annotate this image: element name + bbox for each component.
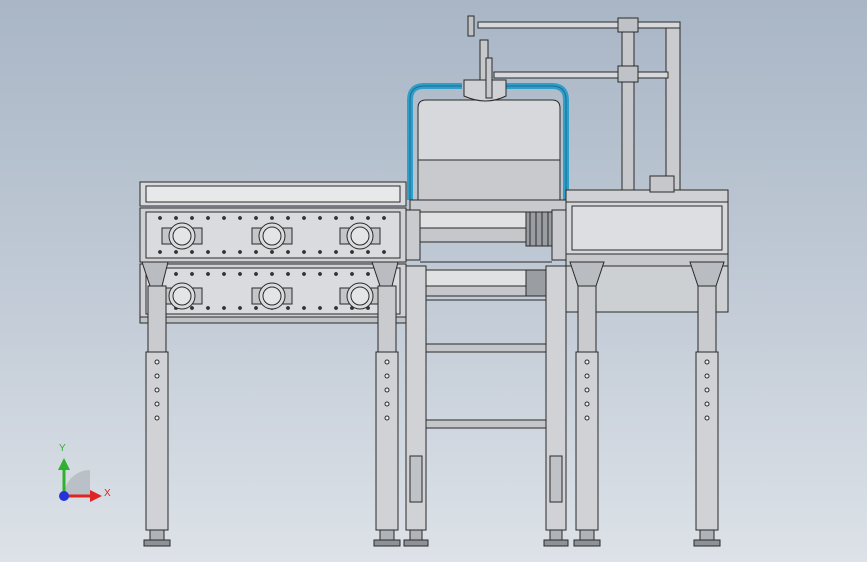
bolt-hole <box>238 250 242 254</box>
bolt-hole <box>334 216 338 220</box>
bolt-hole <box>254 272 258 276</box>
bolt-hole <box>350 216 354 220</box>
leg-hole <box>154 415 160 421</box>
bolt-hole <box>158 216 162 220</box>
leg-hole <box>384 387 390 393</box>
leg-hole <box>704 387 710 393</box>
roller <box>419 211 533 229</box>
bolt-hole <box>286 250 290 254</box>
bolt-hole <box>206 272 210 276</box>
bolt-hole <box>382 250 386 254</box>
bolt-hole <box>254 306 258 310</box>
bolt-hole <box>206 216 210 220</box>
roller-center <box>350 226 370 246</box>
bolt-hole <box>174 216 178 220</box>
leg-hole <box>154 387 160 393</box>
bolt-hole <box>318 216 322 220</box>
leg-hole <box>584 415 590 421</box>
leg-hole <box>584 401 590 407</box>
z-axis <box>59 491 69 501</box>
bolt-hole <box>334 250 338 254</box>
leg-hole <box>384 401 390 407</box>
bolt-hole <box>286 306 290 310</box>
bolt-hole <box>158 250 162 254</box>
cad-viewport[interactable]: Y X <box>0 0 867 562</box>
center-module <box>403 79 571 547</box>
bolt-hole <box>366 216 370 220</box>
bolt-hole <box>366 250 370 254</box>
bolt-hole <box>382 216 386 220</box>
roller-center <box>350 286 370 306</box>
leg-hole <box>154 359 160 365</box>
bolt-hole <box>190 306 194 310</box>
bolt-hole <box>206 250 210 254</box>
bolt-hole <box>302 216 306 220</box>
leg-hole <box>584 387 590 393</box>
roller <box>419 269 533 287</box>
triad-x-label: X <box>104 488 111 499</box>
machine-drawing <box>58 15 729 547</box>
leg <box>577 285 597 353</box>
leg <box>147 285 167 353</box>
leg-hole <box>384 415 390 421</box>
bolt-hole <box>174 272 178 276</box>
bolt-hole <box>238 272 242 276</box>
bolt-hole <box>286 216 290 220</box>
leg-hole <box>704 401 710 407</box>
leg-hole <box>584 373 590 379</box>
bolt-hole <box>334 306 338 310</box>
bolt-hole <box>270 216 274 220</box>
bolt-hole <box>238 306 242 310</box>
bolt-hole <box>318 306 322 310</box>
bolt-hole <box>350 272 354 276</box>
roller-center <box>172 226 192 246</box>
leg-hole <box>704 359 710 365</box>
leg-hole <box>384 373 390 379</box>
leg-hole <box>704 373 710 379</box>
triad-y-label: Y <box>59 443 66 454</box>
bolt-hole <box>366 272 370 276</box>
bolt-hole <box>302 272 306 276</box>
bolt-hole <box>206 306 210 310</box>
roller-center <box>172 286 192 306</box>
bolt-hole <box>190 216 194 220</box>
bolt-hole <box>190 272 194 276</box>
bolt-hole <box>270 250 274 254</box>
bolt-hole <box>286 272 290 276</box>
bolt-hole <box>190 250 194 254</box>
bolt-hole <box>302 306 306 310</box>
bolt-hole <box>270 272 274 276</box>
leg-hole <box>154 401 160 407</box>
left-conveyor-module <box>139 181 407 324</box>
bolt-hole <box>222 306 226 310</box>
leg-hole <box>384 359 390 365</box>
bolt-hole <box>254 250 258 254</box>
bolt-hole <box>318 250 322 254</box>
middle-rod <box>493 71 669 79</box>
bolt-hole <box>318 272 322 276</box>
bolt-hole <box>222 272 226 276</box>
bolt-hole <box>222 216 226 220</box>
bolt-hole <box>302 250 306 254</box>
bolt-hole <box>350 250 354 254</box>
coordinate-triad <box>58 458 102 502</box>
roller-center <box>262 226 282 246</box>
bolt-hole <box>254 216 258 220</box>
leg-hole <box>704 415 710 421</box>
leg <box>697 285 717 353</box>
leg-hole <box>154 373 160 379</box>
roller-center <box>262 286 282 306</box>
leg <box>377 285 397 353</box>
bolt-hole <box>174 250 178 254</box>
bolt-hole <box>334 272 338 276</box>
upper-rod <box>477 21 681 29</box>
leg-hole <box>584 359 590 365</box>
bolt-hole <box>238 216 242 220</box>
bolt-hole <box>222 250 226 254</box>
